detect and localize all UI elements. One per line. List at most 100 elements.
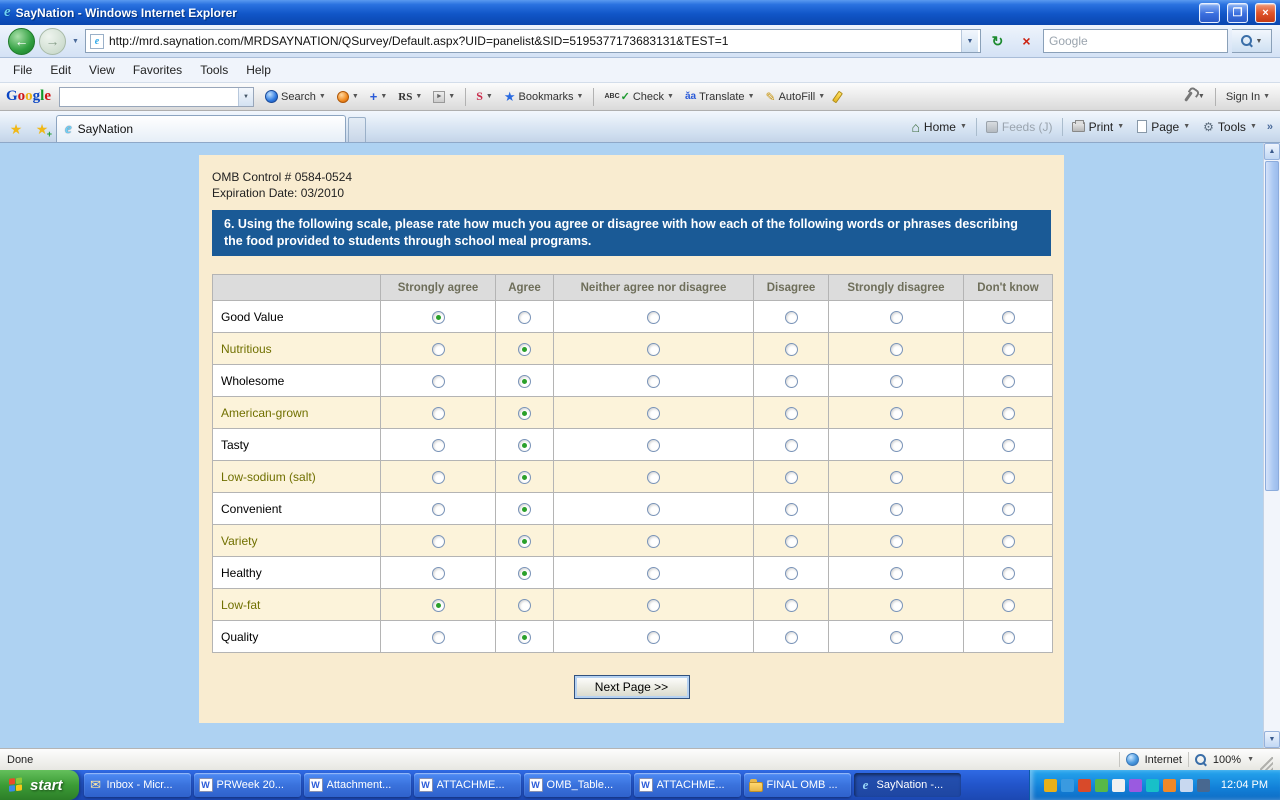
vertical-scrollbar[interactable]: ▲ ▼ xyxy=(1263,143,1280,748)
page-button[interactable]: Page ▼ xyxy=(1131,116,1196,138)
radio-button[interactable] xyxy=(432,503,445,516)
radio-button[interactable] xyxy=(1002,439,1015,452)
radio-button[interactable] xyxy=(518,503,531,516)
taskbar-button[interactable]: FINAL OMB ... xyxy=(744,773,851,797)
taskbar-button[interactable]: WAttachment... xyxy=(304,773,411,797)
radio-button[interactable] xyxy=(785,503,798,516)
google-search-text[interactable] xyxy=(60,89,238,105)
radio-button[interactable] xyxy=(432,535,445,548)
radio-button[interactable] xyxy=(432,407,445,420)
resize-grip[interactable] xyxy=(1260,757,1273,770)
refresh-button[interactable]: ↻ xyxy=(985,29,1010,54)
radio-button[interactable] xyxy=(432,311,445,324)
radio-button[interactable] xyxy=(785,343,798,356)
radio-button[interactable] xyxy=(1002,503,1015,516)
radio-button[interactable] xyxy=(647,631,660,644)
radio-button[interactable] xyxy=(785,311,798,324)
radio-button[interactable] xyxy=(890,407,903,420)
radio-button[interactable] xyxy=(647,503,660,516)
tray-icon[interactable] xyxy=(1044,779,1057,792)
radio-button[interactable] xyxy=(1002,535,1015,548)
radio-button[interactable] xyxy=(432,471,445,484)
radio-button[interactable] xyxy=(1002,471,1015,484)
tray-icon[interactable] xyxy=(1146,779,1159,792)
history-dropdown-icon[interactable]: ▼ xyxy=(70,38,81,45)
start-button[interactable]: start xyxy=(0,770,79,800)
radio-button[interactable] xyxy=(785,567,798,580)
radio-button[interactable] xyxy=(647,439,660,452)
tray-icon[interactable] xyxy=(1163,779,1176,792)
feeds-button[interactable]: Feeds (J) xyxy=(980,116,1059,138)
radio-button[interactable] xyxy=(890,311,903,324)
share-button[interactable]: ► ▼ xyxy=(429,88,459,106)
radio-button[interactable] xyxy=(890,535,903,548)
bookmarks-button[interactable]: ★ Bookmarks ▼ xyxy=(500,86,588,108)
add-button[interactable]: + ▼ xyxy=(366,87,392,106)
tray-icon[interactable] xyxy=(1112,779,1125,792)
radio-button[interactable] xyxy=(890,567,903,580)
radio-button[interactable] xyxy=(647,599,660,612)
tray-icon[interactable] xyxy=(1061,779,1074,792)
forward-button[interactable]: → xyxy=(39,28,66,55)
radio-button[interactable] xyxy=(432,567,445,580)
scroll-thumb[interactable] xyxy=(1265,161,1279,491)
taskbar-button[interactable]: WATTACHME... xyxy=(414,773,521,797)
address-field[interactable]: e http://mrd.saynation.com/MRDSAYNATION/… xyxy=(85,29,981,53)
search-button[interactable]: ▼ xyxy=(1232,29,1272,53)
radio-button[interactable] xyxy=(1002,599,1015,612)
radio-button[interactable] xyxy=(1002,407,1015,420)
add-favorite-button[interactable]: ★ + xyxy=(30,116,54,142)
radio-button[interactable] xyxy=(518,311,531,324)
menu-file[interactable]: File xyxy=(4,59,41,81)
menu-tools[interactable]: Tools xyxy=(191,59,237,81)
radio-button[interactable] xyxy=(432,375,445,388)
radio-button[interactable] xyxy=(647,471,660,484)
restore-button[interactable]: ❐ xyxy=(1227,3,1248,23)
highlighter-icon[interactable] xyxy=(832,90,843,103)
toolbar-options-button[interactable]: ▼ xyxy=(1178,88,1209,105)
radio-button[interactable] xyxy=(432,343,445,356)
tools-button[interactable]: ⚙ Tools ▼ xyxy=(1197,116,1263,138)
taskbar-button[interactable]: WOMB_Table... xyxy=(524,773,631,797)
gadget-button[interactable]: ▼ xyxy=(333,88,363,106)
tray-icon[interactable] xyxy=(1129,779,1142,792)
search-dropdown-icon[interactable]: ▼ xyxy=(1256,38,1263,45)
radio-button[interactable] xyxy=(890,599,903,612)
radio-button[interactable] xyxy=(785,375,798,388)
radio-button[interactable] xyxy=(518,375,531,388)
sign-in-button[interactable]: Sign In ▼ xyxy=(1222,88,1274,106)
radio-button[interactable] xyxy=(890,503,903,516)
radio-button[interactable] xyxy=(785,439,798,452)
radio-button[interactable] xyxy=(518,439,531,452)
tab-saynation[interactable]: e SayNation xyxy=(56,115,346,142)
rs-button[interactable]: RS ▼ xyxy=(394,88,426,106)
minimize-button[interactable]: ─ xyxy=(1199,3,1220,23)
radio-button[interactable] xyxy=(785,407,798,420)
scroll-down-button[interactable]: ▼ xyxy=(1264,731,1280,748)
menu-edit[interactable]: Edit xyxy=(41,59,80,81)
spellcheck-button[interactable]: ABC ✓ Check ▼ xyxy=(600,87,678,106)
radio-button[interactable] xyxy=(1002,311,1015,324)
radio-button[interactable] xyxy=(1002,567,1015,580)
favorites-button[interactable]: ★ xyxy=(4,116,28,142)
home-button[interactable]: ⌂ Home ▼ xyxy=(905,116,972,138)
search-input[interactable]: Google xyxy=(1043,29,1228,53)
radio-button[interactable] xyxy=(890,471,903,484)
back-button[interactable]: ← xyxy=(8,28,35,55)
autofill-button[interactable]: ✎ AutoFill ▼ xyxy=(762,87,830,107)
tray-icon[interactable] xyxy=(1095,779,1108,792)
radio-button[interactable] xyxy=(518,343,531,356)
radio-button[interactable] xyxy=(890,375,903,388)
radio-button[interactable] xyxy=(890,439,903,452)
radio-button[interactable] xyxy=(647,311,660,324)
tray-icon[interactable] xyxy=(1180,779,1193,792)
radio-button[interactable] xyxy=(518,599,531,612)
close-button[interactable]: × xyxy=(1255,3,1276,23)
tray-icon[interactable] xyxy=(1078,779,1091,792)
google-search-button[interactable]: Search ▼ xyxy=(261,87,330,106)
google-search-input[interactable]: ▼ xyxy=(59,87,254,107)
radio-button[interactable] xyxy=(432,599,445,612)
radio-button[interactable] xyxy=(647,375,660,388)
radio-button[interactable] xyxy=(785,471,798,484)
radio-button[interactable] xyxy=(647,343,660,356)
